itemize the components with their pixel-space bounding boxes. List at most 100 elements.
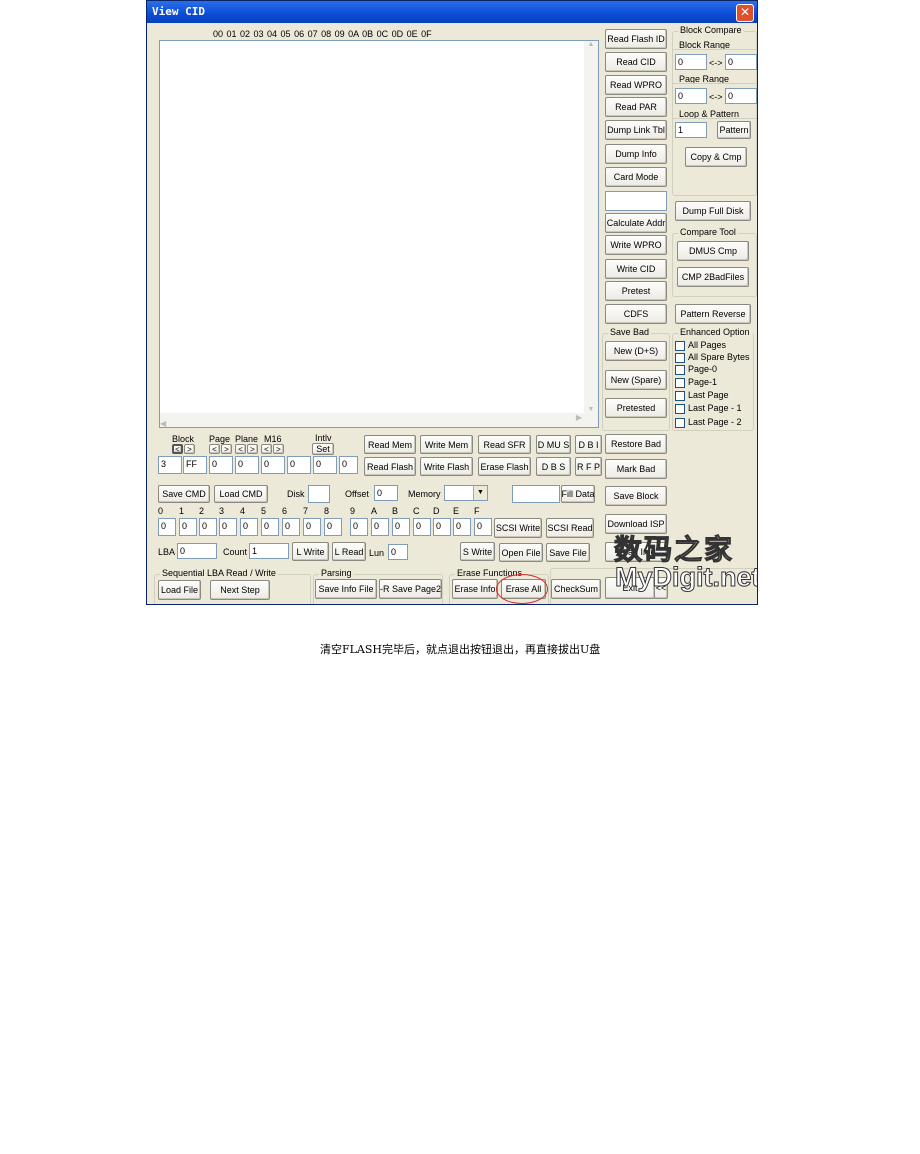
- checkbox[interactable]: [675, 378, 685, 388]
- enhanced-option-4[interactable]: Last Page: [672, 390, 757, 403]
- page-next-button[interactable]: >: [221, 444, 232, 454]
- byte-input-11[interactable]: 0: [392, 518, 410, 536]
- m16-next-button[interactable]: >: [273, 444, 284, 454]
- read-wpro-button[interactable]: Read WPRO: [605, 75, 667, 95]
- block-prev-button[interactable]: <: [172, 444, 183, 454]
- m16-prev-button[interactable]: <: [261, 444, 272, 454]
- plane-next-button[interactable]: >: [247, 444, 258, 454]
- save-cmd-button[interactable]: Save CMD: [158, 485, 210, 503]
- addr-input-0[interactable]: 3: [158, 456, 182, 474]
- addr-input-2[interactable]: 0: [209, 456, 233, 474]
- page-range-from-input[interactable]: 0: [675, 88, 707, 104]
- cmp-2badfiles-button[interactable]: CMP 2BadFiles: [677, 267, 749, 287]
- pretest-button[interactable]: Pretest: [605, 281, 667, 301]
- cdfs-button[interactable]: CDFS: [605, 304, 667, 324]
- calculate-addr-button[interactable]: Calculate Addr: [605, 213, 667, 233]
- mark-bad-button[interactable]: Mark Bad: [605, 459, 667, 479]
- close-icon[interactable]: ✕: [736, 4, 754, 22]
- horizontal-scrollbar[interactable]: ◀ ▶: [160, 413, 598, 428]
- count-input[interactable]: 1: [249, 543, 289, 559]
- l-write-button[interactable]: L Write: [292, 542, 329, 561]
- save-info-file-button[interactable]: Save Info File: [315, 579, 377, 599]
- disk-input[interactable]: [308, 485, 330, 503]
- new-ds-button[interactable]: New (D+S): [605, 341, 667, 361]
- new-spare-button[interactable]: New (Spare): [605, 370, 667, 390]
- byte-input-2[interactable]: 0: [199, 518, 217, 536]
- dump-link-tbl-button[interactable]: Dump Link Tbl: [605, 120, 667, 140]
- r-save-page2-button[interactable]: -R Save Page2: [379, 579, 442, 599]
- write-wpro-button[interactable]: Write WPRO: [605, 235, 667, 255]
- byte-input-10[interactable]: 0: [371, 518, 389, 536]
- read-sfr-button[interactable]: Read SFR: [478, 435, 531, 454]
- open-file-button[interactable]: Open File: [499, 543, 543, 562]
- byte-input-5[interactable]: 0: [261, 518, 279, 536]
- vertical-scrollbar[interactable]: ▲ ▼: [584, 41, 598, 413]
- read-flash-button[interactable]: Read Flash: [364, 457, 416, 476]
- read-par-button[interactable]: Read PAR: [605, 97, 667, 117]
- enhanced-option-2[interactable]: Page-0: [672, 364, 757, 377]
- dump-full-disk-button[interactable]: Dump Full Disk: [675, 201, 751, 221]
- memory-select[interactable]: ▼: [444, 485, 488, 501]
- fill-data-button[interactable]: Fill Data: [561, 485, 595, 503]
- card-mode-button[interactable]: Card Mode: [605, 167, 667, 187]
- save-file-button[interactable]: Save File: [546, 543, 590, 562]
- checkbox[interactable]: [675, 365, 685, 375]
- byte-input-8[interactable]: 0: [324, 518, 342, 536]
- addr-input-6[interactable]: 0: [313, 456, 337, 474]
- byte-input-9[interactable]: 0: [350, 518, 368, 536]
- copy-cmp-button[interactable]: Copy & Cmp: [685, 147, 747, 167]
- chevron-down-icon[interactable]: ▼: [473, 486, 487, 500]
- checkbox[interactable]: [675, 341, 685, 351]
- pattern-reverse-button[interactable]: Pattern Reverse: [675, 304, 751, 324]
- addr-input-4[interactable]: 0: [261, 456, 285, 474]
- rfp-button[interactable]: R F P: [575, 457, 602, 476]
- set-button[interactable]: Set: [312, 443, 334, 455]
- checkbox[interactable]: [675, 404, 685, 414]
- fill-data-input[interactable]: [512, 485, 560, 503]
- page-range-to-input[interactable]: 0: [725, 88, 757, 104]
- checkbox[interactable]: [675, 391, 685, 401]
- byte-input-15[interactable]: 0: [474, 518, 492, 536]
- byte-input-12[interactable]: 0: [413, 518, 431, 536]
- scsi-read-button[interactable]: SCSI Read: [546, 518, 594, 538]
- load-cmd-button[interactable]: Load CMD: [214, 485, 268, 503]
- checkbox[interactable]: [675, 418, 685, 428]
- calc-addr-input[interactable]: [605, 191, 667, 211]
- dump-info-button[interactable]: Dump Info: [605, 144, 667, 164]
- erase-flash-button[interactable]: Erase Flash: [478, 457, 531, 476]
- write-mem-button[interactable]: Write Mem: [420, 435, 473, 454]
- lba-input[interactable]: 0: [177, 543, 217, 559]
- addr-input-1[interactable]: FF: [183, 456, 207, 474]
- enhanced-option-3[interactable]: Page-1: [672, 377, 757, 390]
- save-block-button[interactable]: Save Block: [605, 486, 667, 506]
- byte-input-14[interactable]: 0: [453, 518, 471, 536]
- addr-input-5[interactable]: 0: [287, 456, 311, 474]
- write-flash-button[interactable]: Write Flash: [420, 457, 473, 476]
- dmus-cmp-button[interactable]: DMUS Cmp: [677, 241, 749, 261]
- plane-prev-button[interactable]: <: [235, 444, 246, 454]
- s-write-button[interactable]: S Write: [460, 542, 495, 561]
- data-view-textarea[interactable]: ▲ ▼ ◀ ▶: [159, 40, 599, 428]
- read-flash-id-button[interactable]: Read Flash ID: [605, 29, 667, 49]
- byte-input-3[interactable]: 0: [219, 518, 237, 536]
- addr-input-7[interactable]: 0: [339, 456, 358, 474]
- loop-input[interactable]: 1: [675, 122, 707, 138]
- block-next-button[interactable]: >: [184, 444, 195, 454]
- byte-input-1[interactable]: 0: [179, 518, 197, 536]
- scsi-write-button[interactable]: SCSI Write: [494, 518, 542, 538]
- dmus-button[interactable]: D MU S: [536, 435, 571, 454]
- byte-input-7[interactable]: 0: [303, 518, 321, 536]
- byte-input-4[interactable]: 0: [240, 518, 258, 536]
- lun-input[interactable]: 0: [388, 544, 408, 560]
- restore-bad-button[interactable]: Restore Bad: [605, 434, 667, 454]
- offset-input[interactable]: 0: [374, 485, 398, 501]
- l-read-button[interactable]: L Read: [332, 542, 366, 561]
- byte-input-6[interactable]: 0: [282, 518, 300, 536]
- block-range-from-input[interactable]: 0: [675, 54, 707, 70]
- read-mem-button[interactable]: Read Mem: [364, 435, 416, 454]
- checkbox[interactable]: [675, 353, 685, 363]
- read-cid-button[interactable]: Read CID: [605, 52, 667, 72]
- addr-input-3[interactable]: 0: [235, 456, 259, 474]
- erase-info-button[interactable]: Erase Info: [452, 579, 498, 599]
- byte-input-13[interactable]: 0: [433, 518, 451, 536]
